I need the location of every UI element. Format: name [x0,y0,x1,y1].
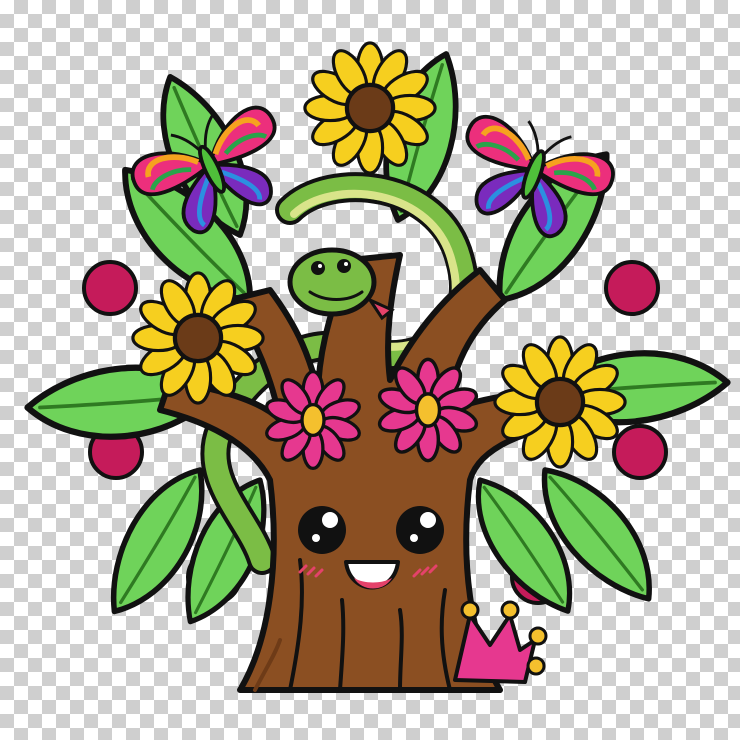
tree-illustration [0,0,740,693]
crown [453,600,548,684]
left-eye [298,506,346,554]
berry [612,424,668,480]
berry [82,260,138,316]
right-eye [396,506,444,554]
canvas [0,0,740,740]
berry [604,260,660,316]
